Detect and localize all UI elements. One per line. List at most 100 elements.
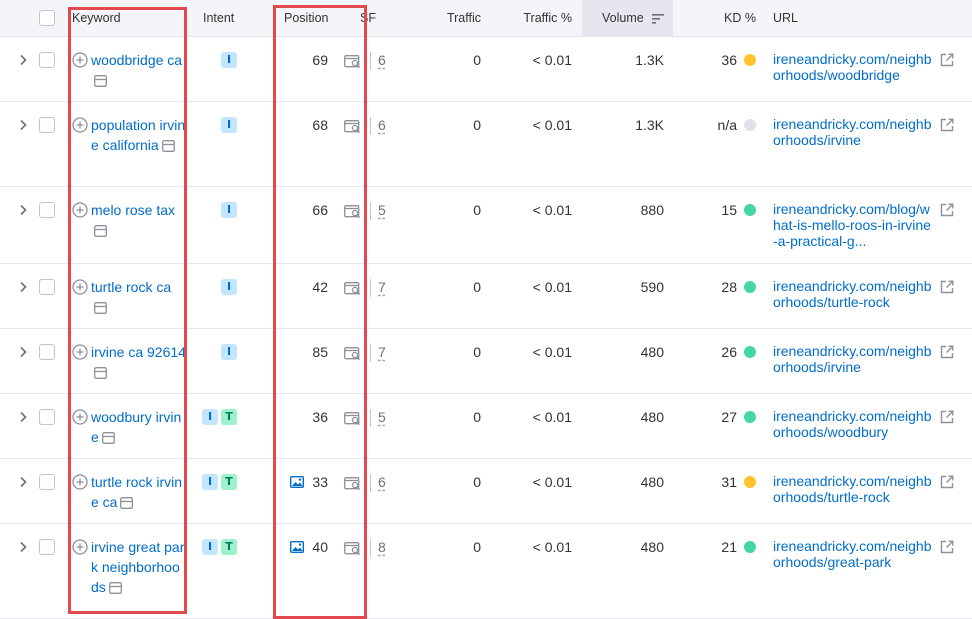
traffic-value: 0	[473, 279, 481, 295]
url-link[interactable]: ireneandricky.com/neighborhoods/woodbrid…	[773, 51, 935, 83]
external-link-icon[interactable]	[940, 345, 954, 359]
chevron-right-icon[interactable]	[18, 119, 28, 131]
position-value: 85	[312, 344, 328, 360]
sf-count[interactable]: 5	[378, 200, 386, 220]
row-checkbox[interactable]	[39, 279, 55, 295]
header-kd[interactable]: KD %	[700, 0, 756, 37]
add-keyword-icon[interactable]	[72, 409, 88, 425]
add-keyword-icon[interactable]	[72, 202, 88, 218]
add-keyword-icon[interactable]	[72, 279, 88, 295]
keyword-cell: irvine ca 92614	[72, 342, 190, 394]
external-link-icon[interactable]	[940, 475, 954, 489]
chevron-right-icon[interactable]	[18, 346, 28, 358]
url-link[interactable]: ireneandricky.com/neighborhoods/turtle-r…	[773, 473, 935, 505]
external-link-icon[interactable]	[940, 203, 954, 217]
serp-preview-icon[interactable]	[344, 205, 362, 219]
intent-badge-informational: I	[221, 279, 237, 295]
chevron-right-icon[interactable]	[18, 476, 28, 488]
serp-snapshot-icon	[94, 75, 107, 87]
row-checkbox[interactable]	[39, 52, 55, 68]
sf-count[interactable]: 7	[378, 342, 386, 362]
sf-count[interactable]: 8	[378, 537, 386, 557]
keyword-text: woodbridge ca	[91, 52, 183, 68]
row-checkbox[interactable]	[39, 344, 55, 360]
external-link-icon[interactable]	[940, 53, 954, 67]
chevron-right-icon[interactable]	[18, 204, 28, 216]
url-link[interactable]: ireneandricky.com/neighborhoods/irvine	[773, 343, 935, 375]
add-keyword-icon[interactable]	[72, 117, 88, 133]
header-sf[interactable]: SF	[360, 0, 376, 37]
external-link-icon[interactable]	[940, 410, 954, 424]
serp-preview-icon[interactable]	[344, 347, 362, 361]
row-checkbox[interactable]	[39, 117, 55, 133]
serp-preview-icon[interactable]	[344, 55, 362, 69]
keyword-link[interactable]: woodbury irvine	[91, 407, 186, 447]
url-link[interactable]: ireneandricky.com/neighborhoods/great-pa…	[773, 538, 935, 570]
sf-count[interactable]: 5	[378, 407, 386, 427]
sf-count[interactable]: 7	[378, 277, 386, 297]
keyword-link[interactable]: turtle rock ca	[91, 277, 186, 317]
url-link[interactable]: ireneandricky.com/neighborhoods/turtle-r…	[773, 278, 935, 310]
sf-count[interactable]: 6	[378, 472, 386, 492]
select-all-checkbox[interactable]	[39, 10, 55, 26]
external-link-icon[interactable]	[940, 540, 954, 554]
header-traffic-pct[interactable]: Traffic %	[500, 0, 572, 37]
volume-value: 480	[640, 409, 664, 425]
intent-badge-transactional: T	[221, 409, 237, 425]
position-value: 33	[312, 474, 328, 490]
serp-preview-icon[interactable]	[344, 120, 362, 134]
chevron-right-icon[interactable]	[18, 54, 28, 66]
serp-preview-icon[interactable]	[344, 412, 362, 426]
intent-badge-transactional: T	[221, 474, 237, 490]
serp-snapshot-icon	[108, 582, 122, 594]
keyword-cell: turtle rock irvine ca	[72, 472, 190, 524]
row-checkbox[interactable]	[39, 539, 55, 555]
url-link[interactable]: ireneandricky.com/blog/what-is-mello-roo…	[773, 201, 935, 249]
chevron-right-icon[interactable]	[18, 541, 28, 553]
sf-count[interactable]: 6	[378, 115, 386, 135]
keyword-link[interactable]: turtle rock irvine ca	[91, 472, 186, 512]
add-keyword-icon[interactable]	[72, 474, 88, 490]
serp-preview-icon[interactable]	[344, 542, 362, 556]
traffic-percent-value: < 0.01	[532, 539, 572, 555]
header-url[interactable]: URL	[773, 0, 798, 37]
sf-count[interactable]: 6	[378, 50, 386, 70]
chevron-right-icon[interactable]	[18, 411, 28, 423]
keyword-link[interactable]: woodbridge ca	[91, 50, 186, 90]
keyword-link[interactable]: melo rose tax	[91, 200, 186, 240]
intent-badge-informational: I	[221, 202, 237, 218]
serp-preview-icon[interactable]	[344, 282, 362, 296]
header-keyword[interactable]: Keyword	[72, 0, 121, 37]
row-checkbox[interactable]	[39, 409, 55, 425]
row-checkbox[interactable]	[39, 474, 55, 490]
serp-snapshot-icon	[101, 432, 115, 444]
header-volume[interactable]: Volume	[602, 0, 665, 37]
sf-divider	[370, 474, 371, 492]
serp-preview-icon[interactable]	[344, 477, 362, 491]
url-link[interactable]: ireneandricky.com/neighborhoods/irvine	[773, 116, 935, 148]
serp-snapshot-icon	[94, 367, 107, 379]
traffic-percent-value: < 0.01	[532, 117, 572, 133]
header-position[interactable]: Position	[284, 0, 328, 37]
add-keyword-icon[interactable]	[72, 539, 88, 555]
intent-badge-informational: I	[221, 344, 237, 360]
chevron-right-icon[interactable]	[18, 281, 28, 293]
table-row: woodbury irvine I T 36 5 0 < 0.01 480 27 ireneand…	[0, 394, 972, 459]
header-traffic[interactable]: Traffic	[420, 0, 481, 37]
add-keyword-icon[interactable]	[72, 344, 88, 360]
external-link-icon[interactable]	[940, 280, 954, 294]
position-value: 42	[312, 279, 328, 295]
url-link[interactable]: ireneandricky.com/neighborhoods/woodbury	[773, 408, 935, 440]
header-intent[interactable]: Intent	[203, 0, 234, 37]
position-value: 68	[312, 117, 328, 133]
table-row: turtle rock irvine ca I T 33 6 0 < 0.01 480 31 ir…	[0, 459, 972, 524]
keyword-link[interactable]: irvine great park neighborhoods	[91, 537, 186, 597]
traffic-percent-value: < 0.01	[532, 279, 572, 295]
add-keyword-icon[interactable]	[72, 52, 88, 68]
keyword-link[interactable]: population irvine california	[91, 115, 186, 155]
keyword-link[interactable]: irvine ca 92614	[91, 342, 186, 382]
volume-value: 480	[640, 474, 664, 490]
row-checkbox[interactable]	[39, 202, 55, 218]
kd-difficulty-dot	[744, 541, 756, 553]
external-link-icon[interactable]	[940, 118, 954, 132]
